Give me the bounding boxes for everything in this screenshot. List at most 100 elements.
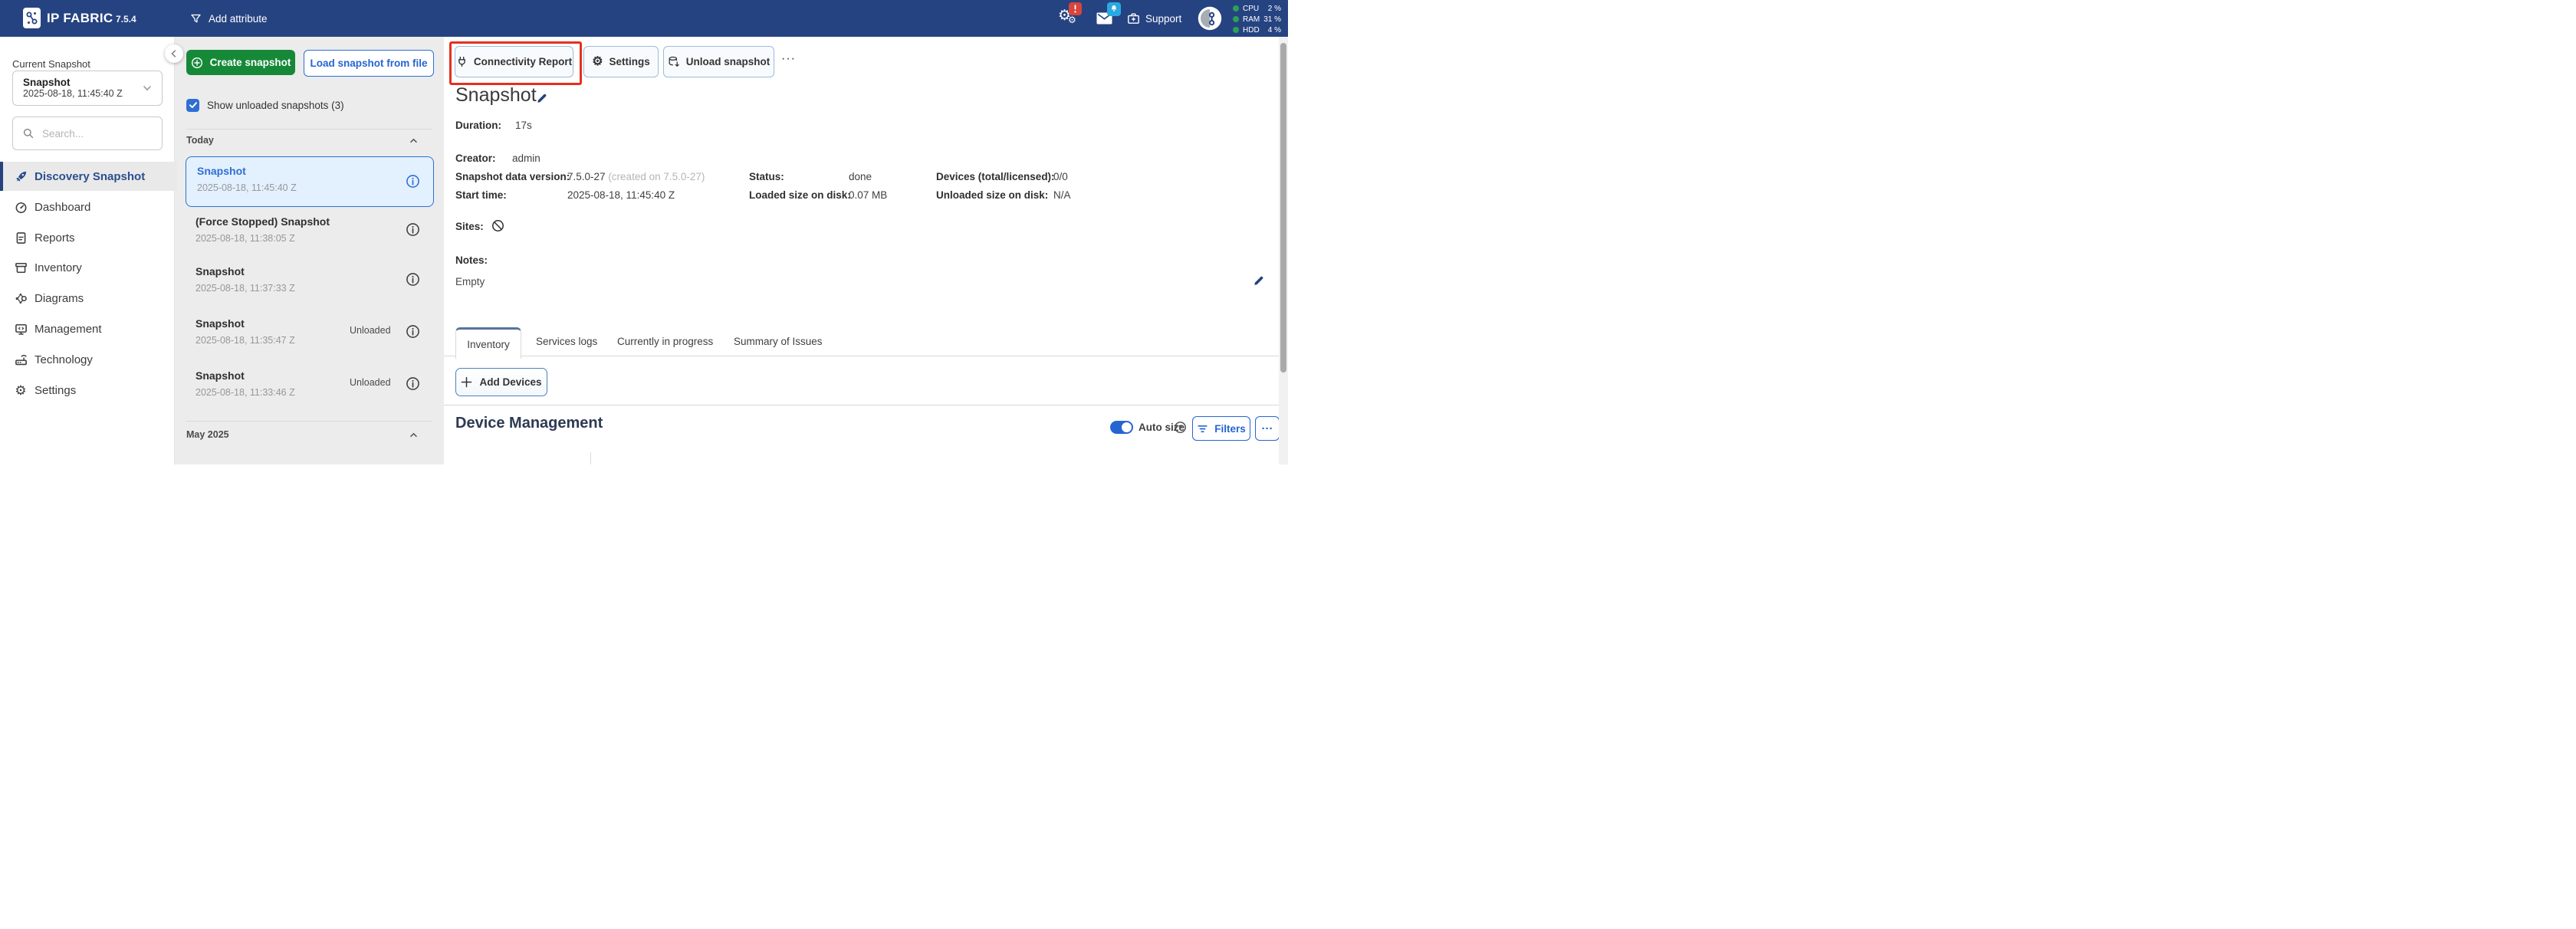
snapshot-list-item-selected[interactable]: Snapshot 2025-08-18, 11:45:40 Z <box>186 156 434 207</box>
cpu-value: 2 % <box>1263 5 1281 13</box>
sidebar-item-diagrams[interactable]: Diagrams <box>0 284 174 313</box>
window-scrollbar-thumb[interactable] <box>1280 43 1286 373</box>
data-version-value: 7.5.0-27 (created on 7.5.0-27) <box>567 171 705 182</box>
page-title: Snapshot <box>455 84 537 107</box>
sidebar-item-technology[interactable]: Technology <box>0 345 174 374</box>
toolbar-more-button[interactable]: ··· <box>781 52 796 66</box>
support-button[interactable]: Support <box>1127 11 1181 25</box>
sidebar-collapse-button[interactable] <box>165 44 183 63</box>
alert-badge <box>1069 2 1082 15</box>
snapshot-settings-button[interactable]: ⚙ Settings <box>583 46 659 77</box>
archive-box-icon <box>14 261 28 274</box>
avatar[interactable] <box>1198 6 1222 34</box>
sidebar: Current Snapshot Snapshot 2025-08-18, 11… <box>0 37 175 464</box>
info-icon[interactable] <box>406 376 420 395</box>
unloaded-size-value: N/A <box>1053 189 1071 201</box>
snapshot-item-timestamp: 2025-08-18, 11:33:46 Z <box>196 387 295 398</box>
snapshot-item-timestamp: 2025-08-18, 11:35:47 Z <box>196 335 295 346</box>
exclamation-icon <box>1069 2 1082 15</box>
sidebar-item-reports[interactable]: Reports <box>0 223 174 252</box>
sidebar-item-management[interactable]: Management <box>0 314 174 343</box>
loaded-size-value: 0.07 MB <box>849 189 887 201</box>
ram-value: 31 % <box>1263 15 1281 24</box>
add-devices-button[interactable]: Add Devices <box>455 368 547 396</box>
info-icon[interactable] <box>406 222 420 241</box>
info-icon[interactable] <box>406 174 420 192</box>
sidebar-item-settings[interactable]: ⚙ Settings <box>0 376 174 405</box>
add-attribute-button[interactable]: Add attribute <box>190 11 268 26</box>
info-icon[interactable] <box>406 272 420 291</box>
sidebar-item-label: Inventory <box>34 261 82 274</box>
notification-badge <box>1107 2 1121 16</box>
sidebar-item-label: Technology <box>34 353 93 366</box>
hdd-value: 4 % <box>1263 26 1281 34</box>
edit-notes-icon[interactable] <box>1253 274 1265 291</box>
tab-label: Inventory <box>467 339 510 350</box>
document-icon <box>14 231 28 245</box>
snapshot-list-item[interactable]: Snapshot 2025-08-18, 11:37:33 Z <box>186 262 432 307</box>
create-snapshot-button[interactable]: Create snapshot <box>186 50 295 75</box>
funnel-icon <box>190 13 202 25</box>
panel-divider <box>186 129 432 130</box>
unload-snapshot-button[interactable]: Unload snapshot <box>663 46 774 77</box>
sidebar-item-inventory[interactable]: Inventory <box>0 253 174 282</box>
group-label-may-2025: May 2025 <box>186 429 229 440</box>
show-unloaded-checkbox[interactable] <box>186 99 199 112</box>
ram-status-dot <box>1233 16 1239 22</box>
filters-button[interactable]: Filters <box>1192 416 1250 441</box>
info-icon[interactable] <box>406 324 420 343</box>
tab-services-logs[interactable]: Services logs <box>536 336 597 347</box>
edit-title-icon[interactable] <box>536 92 548 108</box>
snapshot-list-item[interactable]: Snapshot 2025-08-18, 11:35:47 Z Unloaded <box>186 314 432 359</box>
status-value: done <box>849 171 872 182</box>
data-version-number: 7.5.0-27 <box>567 171 606 182</box>
ram-stat: RAM 31 % <box>1233 14 1283 25</box>
auto-size-toggle[interactable] <box>1110 421 1133 434</box>
database-download-icon <box>668 56 680 68</box>
snapshot-list-item[interactable]: Snapshot 2025-08-18, 11:33:46 Z Unloaded <box>186 366 432 411</box>
tab-inventory[interactable]: Inventory <box>455 327 521 359</box>
plus-circle-icon <box>191 57 203 69</box>
creator-label: Creator: <box>455 153 496 164</box>
snapshot-item-title: Snapshot <box>197 165 246 177</box>
sidebar-item-label: Diagrams <box>34 292 84 305</box>
search-input[interactable] <box>41 127 151 140</box>
highlight-annotation <box>449 41 582 85</box>
chevron-up-icon[interactable] <box>409 136 419 149</box>
top-bar: IP FABRIC 7.5.4 Add attribute ⚙ ⚙ Suppor… <box>0 0 1288 37</box>
load-snapshot-button[interactable]: Load snapshot from file <box>304 50 434 77</box>
chevron-up-icon[interactable] <box>409 430 419 444</box>
panel-divider <box>186 421 432 422</box>
main-content: Connectivity Report ⚙ Settings Unload sn… <box>444 37 1288 464</box>
snapshot-item-timestamp: 2025-08-18, 11:45:40 Z <box>197 182 297 193</box>
table-column-divider <box>590 452 591 464</box>
support-label: Support <box>1145 13 1181 25</box>
cpu-stat: CPU 2 % <box>1233 3 1283 14</box>
snapshot-list-item[interactable]: (Force Stopped) Snapshot 2025-08-18, 11:… <box>186 212 432 257</box>
loaded-size-label: Loaded size on disk: <box>749 189 851 201</box>
start-time-label: Start time: <box>455 189 507 201</box>
snapshot-selector[interactable]: Snapshot 2025-08-18, 11:45:40 Z <box>12 71 163 106</box>
sidebar-item-label: Management <box>34 323 102 336</box>
sidebar-item-dashboard[interactable]: Dashboard <box>0 192 174 222</box>
check-icon <box>189 100 198 110</box>
snapshot-item-title: Snapshot <box>196 265 245 277</box>
add-attribute-label: Add attribute <box>209 13 268 25</box>
notes-value: Empty <box>455 276 485 287</box>
sidebar-item-label: Discovery Snapshot <box>34 170 145 183</box>
gauge-icon <box>14 201 28 214</box>
table-more-button[interactable]: ··· <box>1255 416 1280 441</box>
sites-label: Sites: <box>455 221 484 232</box>
cpu-label: CPU <box>1243 5 1263 13</box>
data-version-note: (created on 7.5.0-27) <box>608 171 705 182</box>
show-unloaded-row: Show unloaded snapshots (3) <box>186 98 344 112</box>
monitor-code-icon <box>14 323 28 336</box>
hdd-label: HDD <box>1243 26 1263 34</box>
tab-currently-in-progress[interactable]: Currently in progress <box>617 336 713 347</box>
tab-summary-of-issues[interactable]: Summary of Issues <box>734 336 823 347</box>
help-icon[interactable]: ? <box>1174 421 1187 438</box>
snapshot-item-timestamp: 2025-08-18, 11:38:05 Z <box>196 233 295 244</box>
sidebar-item-discovery-snapshot[interactable]: Discovery Snapshot <box>0 162 177 191</box>
sidebar-item-label: Reports <box>34 231 75 245</box>
start-time-value: 2025-08-18, 11:45:40 Z <box>567 189 675 201</box>
